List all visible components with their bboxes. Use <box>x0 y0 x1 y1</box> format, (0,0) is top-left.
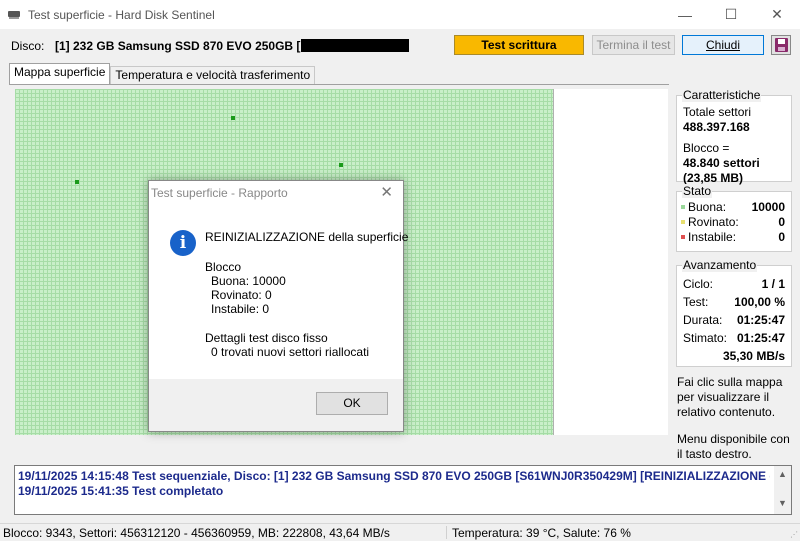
state-good-label: Buona: <box>688 200 727 214</box>
duration-label: Durata: <box>683 313 723 327</box>
map-cell-highlight <box>339 163 343 167</box>
log-line: 19/11/2025 14:15:48 Test sequenziale, Di… <box>18 469 770 483</box>
log-scrollbar[interactable]: ▲ ▼ <box>774 466 791 514</box>
duration-row: Durata: 01:25:47 <box>683 311 785 329</box>
estimated-row: Stimato: 01:25:47 <box>683 329 785 347</box>
dialog-title-bar: Test superficie - Rapporto ✕ <box>149 181 403 203</box>
map-cell-highlight <box>231 116 235 120</box>
test-row: Test: 100,00 % <box>683 293 785 311</box>
maximize-button[interactable]: ☐ <box>708 0 754 29</box>
info-icon: i <box>170 230 196 256</box>
state-good-value: 10000 <box>751 200 785 214</box>
hint-right-click: Menu disponibile con il tasto destro. <box>677 432 790 461</box>
title-bar: Test superficie - Hard Disk Sentinel — ☐… <box>0 0 800 29</box>
tab-strip: Mappa superficie Temperatura e velocità … <box>9 63 316 84</box>
speed-value: 35,30 MB/s <box>722 349 785 363</box>
save-button[interactable] <box>771 35 791 55</box>
estimated-value: 01:25:47 <box>736 331 785 345</box>
test-write-button[interactable]: Test scrittura <box>454 35 584 55</box>
scroll-down-icon[interactable]: ▼ <box>778 498 787 508</box>
hint-click-map: Fai clic sulla mappa per visualizzare il… <box>677 375 783 419</box>
ok-button[interactable]: OK <box>316 392 388 415</box>
cycle-value: 1 / 1 <box>761 277 785 291</box>
block-value: 48.840 settori <box>683 156 760 170</box>
test-value: 100,00 % <box>734 295 785 309</box>
redacted-serial <box>301 39 410 52</box>
minimize-button[interactable]: — <box>662 0 708 29</box>
state-panel: Stato Buona: 10000 Rovinato: 0 Instabile… <box>676 184 792 252</box>
window-title: Test superficie - Hard Disk Sentinel <box>28 7 215 22</box>
dialog-details-line: 0 trovati nuovi settori riallocati <box>211 345 370 359</box>
dialog-body: i REINIZIALIZZAZIONE della superficie Bl… <box>149 203 408 379</box>
test-label: Test: <box>683 295 709 309</box>
block-label: Blocco = <box>683 141 730 155</box>
dialog-title: Test superficie - Rapporto <box>151 186 288 200</box>
state-unstable-value: 0 <box>778 230 785 244</box>
good-legend-icon <box>681 205 685 209</box>
cycle-label: Ciclo: <box>683 277 714 291</box>
state-unstable-label: Instabile: <box>688 230 737 244</box>
map-empty-area <box>554 89 668 435</box>
state-damaged-value: 0 <box>778 215 785 229</box>
total-sectors-value: 488.397.168 <box>683 120 750 134</box>
dialog-good: Buona: 10000 <box>211 274 286 288</box>
unstable-legend-icon <box>681 235 685 239</box>
dialog-details-title: Dettagli test disco fisso <box>205 331 328 345</box>
damaged-legend-icon <box>681 220 685 224</box>
state-damaged-label: Rovinato: <box>688 215 739 229</box>
disk-selector[interactable]: [1] 232 GB Samsung SSD 870 EVO 250GB [ <box>55 39 410 53</box>
status-separator <box>446 526 447 539</box>
status-temperature-health: Temperatura: 39 °C, Salute: 76 % <box>452 526 631 540</box>
report-dialog: Test superficie - Rapporto ✕ i REINIZIAL… <box>148 180 408 432</box>
characteristics-panel: Caratteristiche Totale settori 488.397.1… <box>676 88 792 185</box>
cycle-row: Ciclo: 1 / 1 <box>683 275 785 293</box>
estimated-label: Stimato: <box>683 331 728 345</box>
dialog-unstable: Instabile: 0 <box>211 302 270 316</box>
close-window-button[interactable]: ✕ <box>754 0 800 29</box>
tab-divider <box>9 84 669 85</box>
tab-surface-map[interactable]: Mappa superficie <box>9 63 111 84</box>
progress-title: Avanzamento <box>682 258 758 272</box>
close-button[interactable]: Chiudi <box>682 35 764 55</box>
map-cell-highlight <box>75 180 79 184</box>
total-sectors-label: Totale settori <box>683 105 752 119</box>
dialog-damaged: Rovinato: 0 <box>211 288 272 302</box>
status-block-info: Blocco: 9343, Settori: 456312120 - 45636… <box>3 526 390 540</box>
disk-name: [1] 232 GB Samsung SSD 870 EVO 250GB [ <box>55 39 301 53</box>
log-line: 19/11/2025 15:41:35 Test completato <box>18 484 224 498</box>
scroll-up-icon[interactable]: ▲ <box>778 469 787 479</box>
state-good-row: Buona: 10000 <box>681 200 785 215</box>
progress-panel: Avanzamento Ciclo: 1 / 1 Test: 100,00 % Du… <box>676 258 792 367</box>
state-title: Stato <box>682 184 713 198</box>
stop-test-button[interactable]: Termina il test <box>592 35 675 55</box>
app-icon <box>8 10 22 20</box>
speed-row: 35,30 MB/s <box>683 347 785 365</box>
resize-grip-icon[interactable]: ⋰ <box>790 530 798 539</box>
floppy-disk-icon <box>775 38 788 52</box>
state-damaged-row: Rovinato: 0 <box>681 215 785 230</box>
disk-label: Disco: <box>11 39 45 53</box>
characteristics-title: Caratteristiche <box>682 88 762 102</box>
tab-temperature-speed[interactable]: Temperatura e velocità trasferimento <box>110 66 316 84</box>
disk-toolbar: Disco: [1] 232 GB Samsung SSD 870 EVO 25… <box>0 29 800 61</box>
close-button-label: Chiudi <box>705 38 741 52</box>
status-bar: Blocco: 9343, Settori: 456312120 - 45636… <box>0 523 800 541</box>
dialog-close-icon[interactable]: ✕ <box>380 183 393 201</box>
dialog-block-title: Blocco <box>205 260 242 274</box>
dialog-heading: REINIZIALIZZAZIONE della superficie <box>205 230 409 244</box>
duration-value: 01:25:47 <box>736 313 785 327</box>
event-log[interactable]: 19/11/2025 14:15:48 Test sequenziale, Di… <box>14 465 792 515</box>
state-unstable-row: Instabile: 0 <box>681 230 785 245</box>
